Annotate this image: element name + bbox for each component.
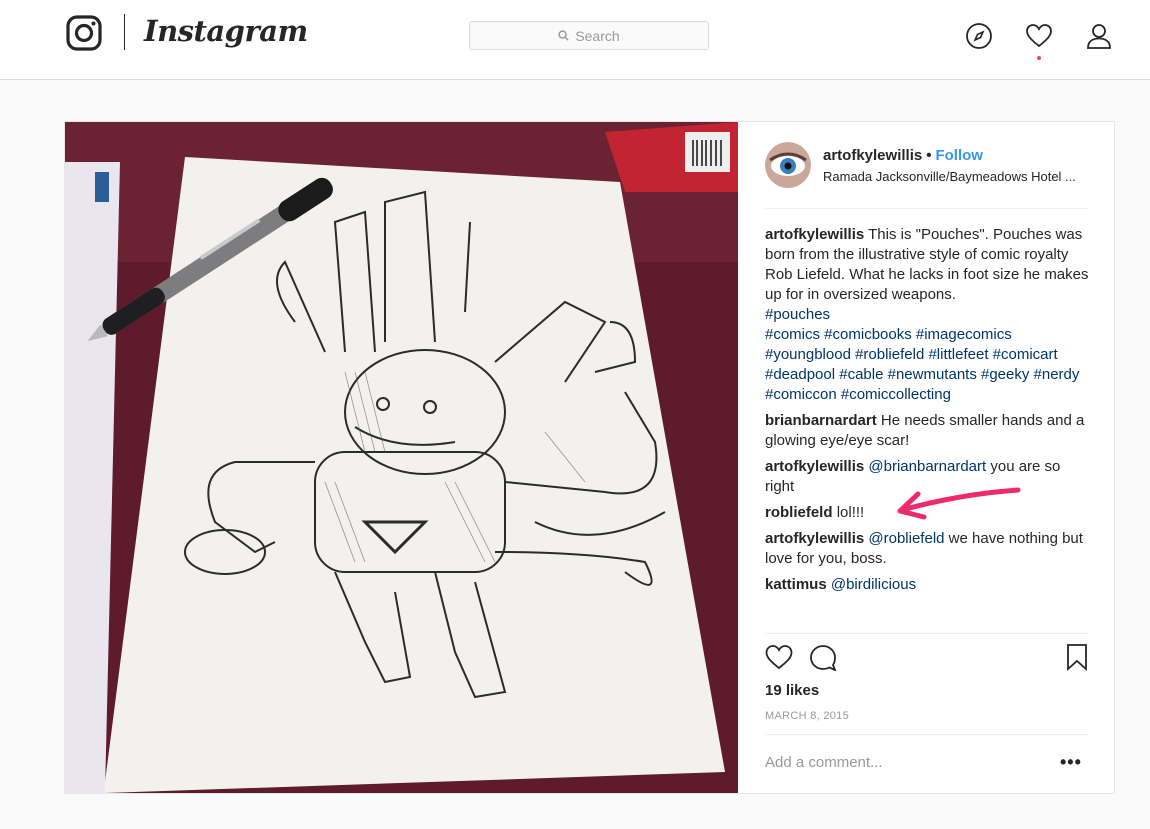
profile-icon[interactable] <box>1085 22 1113 50</box>
likes-count[interactable]: 19 likes <box>765 682 819 699</box>
top-navigation-bar: Instagram Search <box>0 0 1150 80</box>
compass-icon[interactable] <box>965 22 993 50</box>
comment-username[interactable]: brianbarnardart <box>765 412 877 429</box>
more-options-button[interactable]: ••• <box>1060 752 1082 773</box>
logo-divider <box>124 14 125 50</box>
location-link[interactable]: Ramada Jacksonville/Baymeadows Hotel ... <box>823 169 1088 184</box>
search-input[interactable]: Search <box>469 21 709 50</box>
follow-separator: • <box>926 147 932 164</box>
comment-item: brianbarnardart He needs smaller hands a… <box>765 411 1090 451</box>
author-header: artofkylewillis • Follow <box>823 147 983 164</box>
comment-mention[interactable]: @brianbarnardart <box>868 458 986 475</box>
post-photo[interactable] <box>65 122 738 793</box>
follow-button[interactable]: Follow <box>935 147 983 164</box>
heart-icon[interactable] <box>1025 22 1053 50</box>
sketch-illustration <box>65 122 738 793</box>
comment-item: artofkylewillis @robliefeld we have noth… <box>765 529 1090 569</box>
comment-mention[interactable]: @birdilicious <box>831 576 916 593</box>
comment-item: kattimus @birdilicious <box>765 575 1090 595</box>
bookmark-icon[interactable] <box>1066 643 1088 671</box>
author-username[interactable]: artofkylewillis <box>823 147 922 164</box>
comment-text: lol!!! <box>836 504 865 521</box>
caption-username[interactable]: artofkylewillis <box>765 226 864 243</box>
hashtag-list[interactable]: #comics #comicbooks #imagecomics #youngb… <box>765 326 1079 403</box>
like-heart-icon[interactable] <box>765 643 793 671</box>
post-actions <box>765 641 1088 673</box>
hashtag-link[interactable]: #pouches <box>765 306 830 323</box>
caption: artofkylewillis This is "Pouches". Pouch… <box>765 225 1090 405</box>
search-placeholder: Search <box>575 27 620 44</box>
annotation-arrow <box>897 487 1021 520</box>
post-card: artofkylewillis • Follow Ramada Jacksonvil… <box>64 121 1115 794</box>
instagram-wordmark[interactable]: Instagram <box>144 14 308 48</box>
add-comment-input[interactable]: Add a comment... <box>765 754 883 771</box>
instagram-glyph-icon[interactable] <box>66 15 102 51</box>
notification-dot <box>1037 56 1041 60</box>
post-sidebar: artofkylewillis • Follow Ramada Jacksonvil… <box>738 122 1115 793</box>
comment-username[interactable]: artofkylewillis <box>765 530 864 547</box>
comment-username[interactable]: robliefeld <box>765 504 833 521</box>
post-date[interactable]: MARCH 8, 2015 <box>765 710 849 722</box>
search-icon <box>558 30 569 41</box>
author-avatar[interactable] <box>765 142 811 188</box>
comment-bubble-icon[interactable] <box>809 643 837 671</box>
comment-username[interactable]: kattimus <box>765 576 827 593</box>
actions-divider <box>765 633 1088 634</box>
comment-box-divider <box>765 734 1088 735</box>
comment-mention[interactable]: @robliefeld <box>868 530 944 547</box>
header-divider <box>765 208 1088 209</box>
comment-username[interactable]: artofkylewillis <box>765 458 864 475</box>
comments-list: artofkylewillis This is "Pouches". Pouch… <box>765 225 1090 601</box>
